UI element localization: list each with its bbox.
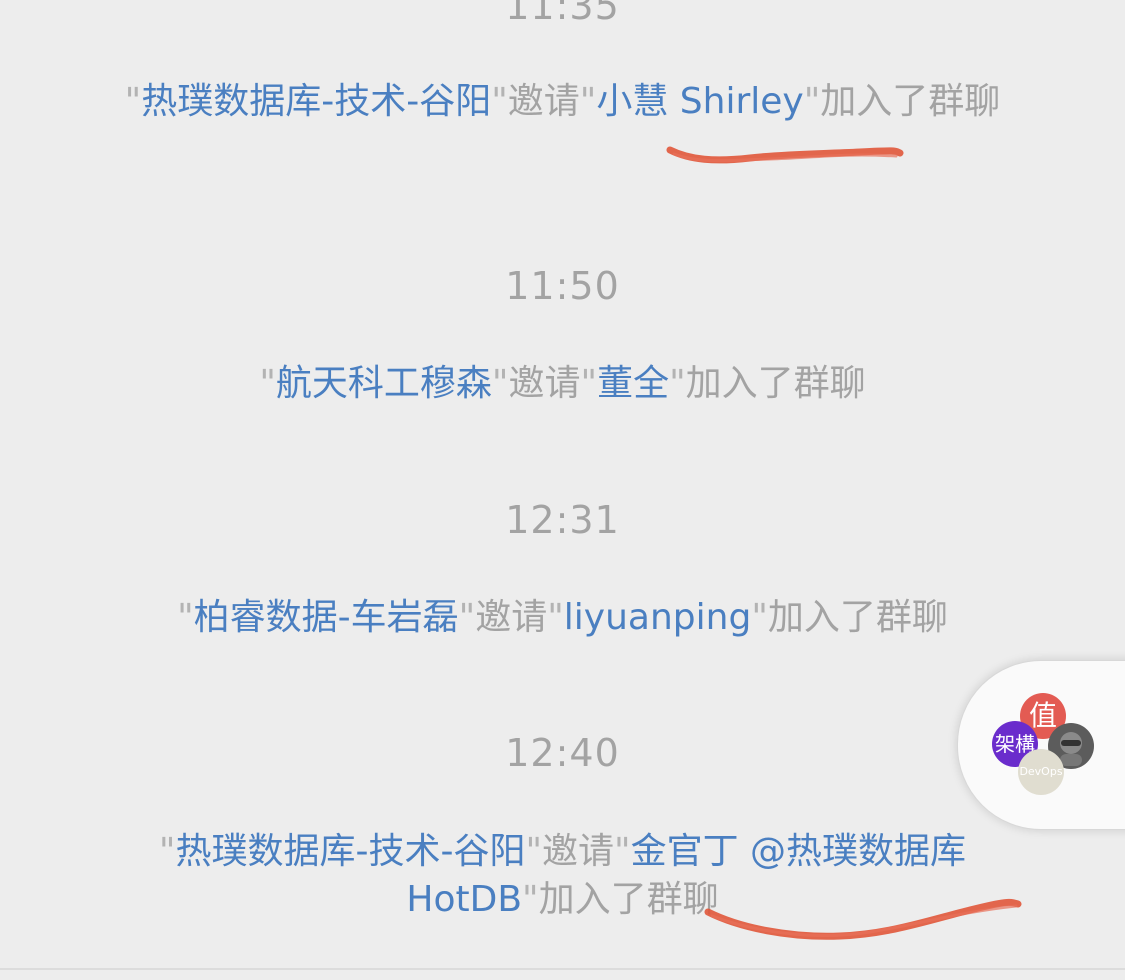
red-underline-annotation xyxy=(666,146,904,164)
floating-window-button[interactable]: 值 架構 DevOps xyxy=(957,660,1125,830)
system-message-invite: "热璞数据库-技术-谷阳"邀请"金官丁 @热璞数据库 HotDB"加入了群聊 xyxy=(158,831,967,920)
system-message-invite: "热璞数据库-技术-谷阳"邀请"小慧 Shirley"加入了群聊 xyxy=(124,81,1001,122)
divider xyxy=(0,968,1125,970)
system-message-invite: "航天科工穆森"邀请"董全"加入了群聊 xyxy=(259,363,866,404)
timestamp: 11:35 xyxy=(505,0,620,28)
inviter-name-link[interactable]: 热璞数据库-技术-谷阳 xyxy=(175,831,525,872)
invitee-name-link[interactable]: 小慧 Shirley xyxy=(596,81,803,122)
system-message-invite: "柏睿数据-车岩磊"邀请"liyuanping"加入了群聊 xyxy=(177,597,948,638)
inviter-name-link[interactable]: 柏睿数据-车岩磊 xyxy=(194,597,459,638)
invitee-name-link[interactable]: liyuanping xyxy=(564,597,752,638)
avatar: DevOps xyxy=(1018,749,1064,795)
inviter-name-link[interactable]: 航天科工穆森 xyxy=(276,363,492,404)
timestamp: 11:50 xyxy=(505,264,620,308)
inviter-name-link[interactable]: 热璞数据库-技术-谷阳 xyxy=(141,81,491,122)
invitee-name-link[interactable]: 董全 xyxy=(597,363,669,404)
timestamp: 12:31 xyxy=(505,498,620,542)
